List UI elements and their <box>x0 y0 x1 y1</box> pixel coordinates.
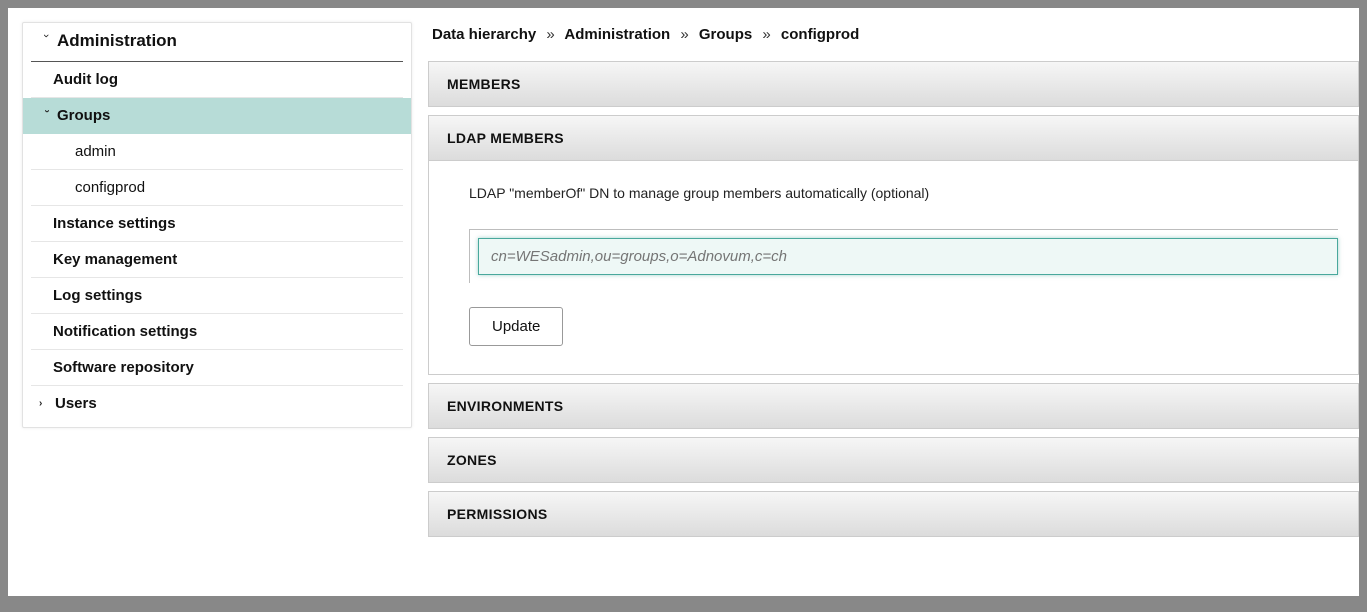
update-button[interactable]: Update <box>469 307 563 346</box>
panel-head-zones[interactable]: ZONES <box>429 438 1358 482</box>
ldap-dn-input[interactable] <box>478 238 1338 275</box>
sidebar-item-label: admin <box>75 143 116 160</box>
app-frame: › Administration Audit log › Groups admi… <box>8 8 1359 596</box>
sidebar-item-log-settings[interactable]: Log settings <box>31 278 403 314</box>
panel-head-members[interactable]: MEMBERS <box>429 62 1358 106</box>
chevron-down-icon: › <box>40 34 52 48</box>
sidebar-item-label: Key management <box>53 251 177 268</box>
sidebar-item-software-repository[interactable]: Software repository <box>31 350 403 386</box>
breadcrumb-part[interactable]: configprod <box>781 26 859 43</box>
sidebar-item-label: Groups <box>57 107 110 124</box>
sidebar-item-label: Instance settings <box>53 215 176 232</box>
sidebar-section-administration[interactable]: › Administration <box>31 23 403 62</box>
panel-members: MEMBERS <box>428 61 1359 107</box>
panel-ldap-members: LDAP MEMBERS LDAP "memberOf" DN to manag… <box>428 115 1359 375</box>
panel-environments: ENVIRONMENTS <box>428 383 1359 429</box>
breadcrumb-sep: » <box>680 26 688 43</box>
sidebar-item-label: Notification settings <box>53 323 197 340</box>
panel-head-environments[interactable]: ENVIRONMENTS <box>429 384 1358 428</box>
panel-head-ldap[interactable]: LDAP MEMBERS <box>429 116 1358 161</box>
sidebar-section-label: Administration <box>57 31 177 51</box>
panel-head-permissions[interactable]: PERMISSIONS <box>429 492 1358 536</box>
chevron-right-icon: › <box>39 398 51 409</box>
sidebar-item-label: Users <box>55 395 97 412</box>
sidebar-item-instance-settings[interactable]: Instance settings <box>31 206 403 242</box>
breadcrumb-part[interactable]: Administration <box>564 26 670 43</box>
ldap-description: LDAP "memberOf" DN to manage group membe… <box>469 185 1338 201</box>
ldap-input-wrap <box>469 229 1338 283</box>
sidebar-item-label: Audit log <box>53 71 118 88</box>
sidebar-item-audit-log[interactable]: Audit log <box>31 62 403 98</box>
sidebar-item-groups[interactable]: › Groups <box>23 98 411 134</box>
sidebar: › Administration Audit log › Groups admi… <box>22 22 412 428</box>
sidebar-item-configprod[interactable]: configprod <box>31 170 403 206</box>
sidebar-item-label: Log settings <box>53 287 142 304</box>
panel-permissions: PERMISSIONS <box>428 491 1359 537</box>
sidebar-item-admin[interactable]: admin <box>31 134 403 170</box>
sidebar-item-key-management[interactable]: Key management <box>31 242 403 278</box>
breadcrumb-sep: » <box>762 26 770 43</box>
chevron-down-icon: › <box>42 110 53 122</box>
sidebar-item-label: Software repository <box>53 359 194 376</box>
sidebar-item-notification-settings[interactable]: Notification settings <box>31 314 403 350</box>
sidebar-section-users[interactable]: › Users <box>31 386 403 421</box>
breadcrumb: Data hierarchy » Administration » Groups… <box>428 22 1359 61</box>
panel-zones: ZONES <box>428 437 1359 483</box>
main-content: Data hierarchy » Administration » Groups… <box>428 22 1359 596</box>
breadcrumb-part[interactable]: Groups <box>699 26 752 43</box>
breadcrumb-part[interactable]: Data hierarchy <box>432 26 536 43</box>
breadcrumb-sep: » <box>546 26 554 43</box>
sidebar-item-label: configprod <box>75 179 145 196</box>
panel-body-ldap: LDAP "memberOf" DN to manage group membe… <box>429 161 1358 374</box>
